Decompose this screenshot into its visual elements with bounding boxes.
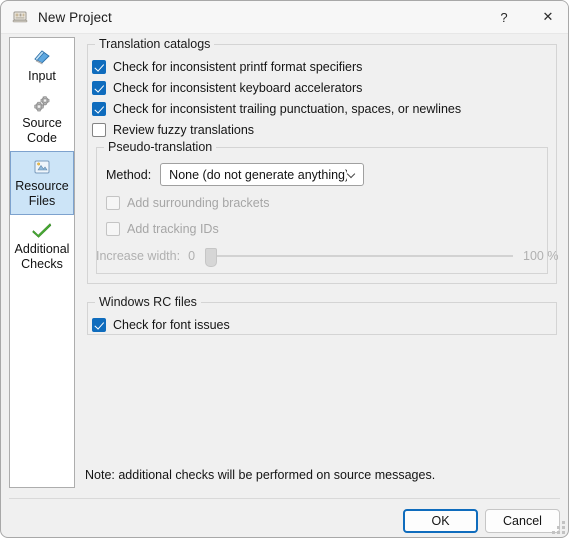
sidebar-item-label: Source [22,116,62,130]
sidebar-item-label: Input [28,69,56,83]
sidebar-item-label-2: Files [28,194,56,208]
sidebar-item-resource-files[interactable]: Resource Files [10,151,74,215]
checkbox-trailing-punctuation[interactable] [92,102,106,116]
checkbox-tracking-ids [106,222,120,236]
resource-files-icon [13,156,71,178]
book-icon [12,46,72,68]
new-project-dialog: New Project ? ✕ Input Source Code Resour… [0,0,569,538]
window-title: New Project [38,9,112,25]
ok-button[interactable]: OK [403,509,478,533]
close-button[interactable]: ✕ [526,2,568,33]
checkbox-row-review-fuzzy[interactable]: Review fuzzy translations [92,123,254,137]
method-label: Method: [106,167,152,182]
sidebar-item-label-2: Code [27,131,57,145]
checkbox-label: Check for inconsistent printf format spe… [113,60,363,74]
checkbox-review-fuzzy[interactable] [92,123,106,137]
checkbox-font-issues[interactable] [92,318,106,332]
checkbox-keyboard-accelerators[interactable] [92,81,106,95]
method-row: Method: None (do not generate anything) [106,163,365,186]
checkbox-printf-specifiers[interactable] [92,60,106,74]
checkbox-label: Check for inconsistent trailing punctuat… [113,102,462,116]
slider-min-label: 0 [188,249,196,263]
note-text: Note: additional checks will be performe… [85,468,436,482]
chevron-down-icon [347,170,357,180]
sidebar-item-label: Additional [14,242,70,256]
checkbox-label: Add tracking IDs [127,222,219,236]
app-icon [12,9,28,25]
increase-width-slider [205,247,514,267]
checkbox-row-printf-specifiers[interactable]: Check for inconsistent printf format spe… [92,60,362,74]
slider-thumb [205,248,218,267]
sidebar-item-input[interactable]: Input [10,42,74,89]
resize-grip[interactable] [552,521,565,534]
slider-track [213,255,514,257]
checkbox-label: Add surrounding brackets [127,196,270,210]
checkbox-label: Review fuzzy translations [113,123,255,137]
gears-icon [12,93,72,115]
group-title: Translation catalogs [95,37,215,51]
slider-max-label: 100 % [523,249,559,263]
sidebar-item-label-2: Checks [21,257,63,271]
green-check-icon [12,219,72,241]
group-title: Windows RC files [95,295,201,309]
help-button[interactable]: ? [482,2,526,33]
checkbox-label: Check for inconsistent keyboard accelera… [113,81,363,95]
footer-separator [9,498,560,499]
checkbox-row-trailing-punctuation[interactable]: Check for inconsistent trailing punctuat… [92,102,461,116]
sidebar-item-source-code[interactable]: Source Code [10,89,74,151]
sidebar-item-label: Resource [15,179,69,193]
title-bar: New Project ? ✕ [1,1,568,34]
slider-label: Increase width: [96,249,181,263]
checkbox-label: Check for font issues [113,318,230,332]
checkbox-row-keyboard-accelerators[interactable]: Check for inconsistent keyboard accelera… [92,81,362,95]
cancel-button[interactable]: Cancel [485,509,560,533]
method-combobox-value: None (do not generate anything) [169,167,348,182]
sidebar-list[interactable]: Input Source Code Resource Files Additio… [9,37,75,488]
checkbox-row-font-issues[interactable]: Check for font issues [92,318,230,332]
checkbox-row-surrounding-brackets: Add surrounding brackets [106,196,269,210]
group-title: Pseudo-translation [104,140,217,154]
checkbox-surrounding-brackets [106,196,120,210]
method-combobox[interactable]: None (do not generate anything) [160,163,365,186]
increase-width-slider-row: Increase width: 0 100 % [96,247,559,267]
checkbox-row-tracking-ids: Add tracking IDs [106,222,219,236]
sidebar-item-additional-checks[interactable]: Additional Checks [10,215,74,277]
settings-pane: Translation catalogs Check for inconsist… [85,37,562,488]
